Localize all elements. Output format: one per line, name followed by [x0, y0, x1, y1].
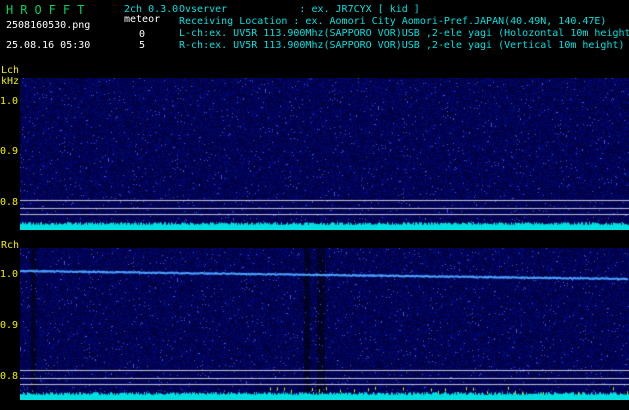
lch-info-line: L-ch:ex. UV5R 113.900Mhz(SAPPORO VOR)USB… [179, 28, 629, 39]
rch-label: Rch [1, 240, 20, 251]
lch-label: Lch [1, 65, 20, 76]
date-time: 25.08.16 05:30 [6, 40, 91, 51]
observer-line: Ovserver : ex. JR7CYX [ kid ] [179, 4, 420, 15]
rch-ytick-1: 1.0 [0, 269, 19, 280]
rch-spectrogram [20, 248, 629, 400]
meteor-count-rch: 5 [139, 40, 146, 51]
rch-ytick-2: 0.9 [0, 320, 19, 331]
rch-ytick-3: 0.8 [0, 371, 19, 382]
rch-info-line: R-ch:ex. UV5R 113.900Mhz(SAPPORO VOR)USB… [179, 40, 625, 51]
meteor-label: meteor [124, 14, 161, 25]
meteor-count-lch: 0 [139, 29, 146, 40]
file-name: 2508160530.png [6, 20, 91, 31]
lch-spectrogram [20, 78, 629, 230]
lch-ytick-3: 0.8 [0, 197, 19, 208]
lch-unit: kHz [1, 76, 20, 87]
lch-ytick-1: 1.0 [0, 96, 19, 107]
app-title: HROFFT [6, 3, 92, 17]
lch-ytick-2: 0.9 [0, 146, 19, 157]
location-line: Receiving Location : ex. Aomori City Aom… [179, 16, 607, 27]
